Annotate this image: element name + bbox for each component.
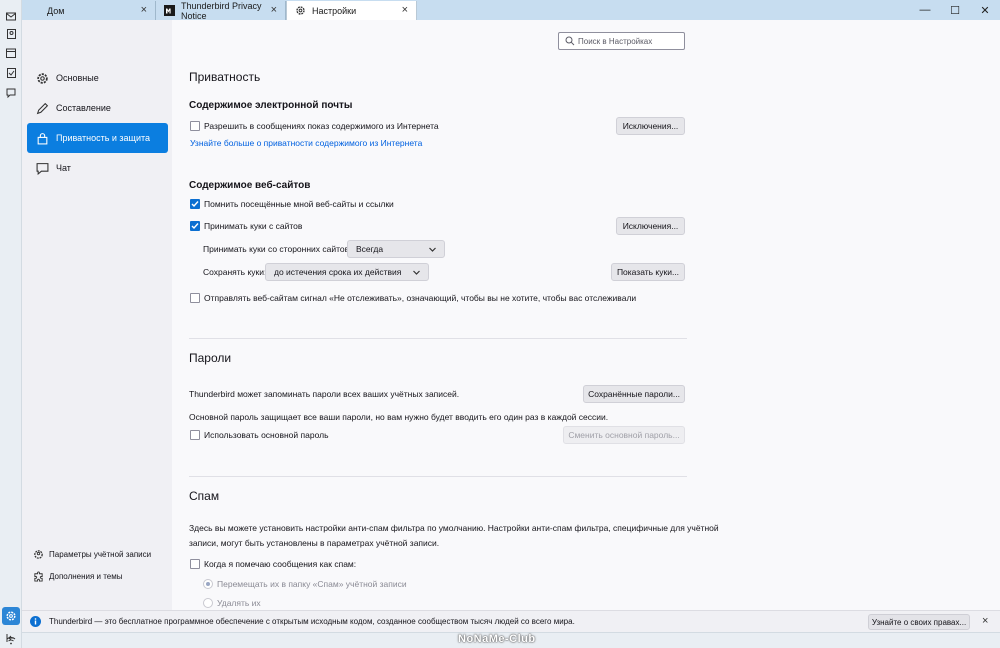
section-divider — [189, 338, 687, 339]
category-privacy[interactable]: Приватность и защита — [27, 123, 168, 153]
dnt-label: Отправлять веб-сайтам сигнал «Не отслежи… — [204, 293, 637, 303]
allow-remote-label: Разрешить в сообщениях показ содержимого… — [204, 121, 439, 131]
remember-history-label: Помнить посещённые мной веб-сайты и ссыл… — [204, 199, 394, 209]
close-notification-icon[interactable]: × — [982, 615, 988, 627]
third-party-select[interactable]: Всегда — [347, 240, 445, 258]
dnt-checkbox[interactable] — [190, 293, 200, 303]
lock-icon — [35, 131, 49, 145]
category-general[interactable]: Основные — [27, 63, 168, 93]
notification-text: Thunderbird — это бесплатное программное… — [49, 617, 575, 626]
title-bar: Дом × Thunderbird Privacy Notice × Настр… — [0, 0, 1000, 21]
pen-icon — [35, 101, 49, 115]
tab-label: Thunderbird Privacy Notice — [181, 0, 262, 21]
move-to-spam-label: Перемещать их в папку «Спам» учётной зап… — [217, 579, 407, 589]
tab-privacy-notice[interactable]: Thunderbird Privacy Notice × — [156, 0, 286, 21]
mail-icon[interactable] — [5, 10, 17, 22]
category-compose[interactable]: Составление — [27, 93, 168, 123]
accept-cookies-checkbox[interactable] — [190, 221, 200, 231]
third-party-value: Всегда — [356, 244, 384, 254]
category-label: Чат — [56, 163, 71, 173]
keep-cookies-label: Сохранять куки: — [203, 267, 267, 277]
close-tab-icon[interactable]: × — [271, 4, 277, 16]
account-gear-icon — [32, 548, 44, 560]
online-status-icon[interactable] — [6, 636, 16, 648]
category-chat[interactable]: Чат — [27, 153, 168, 183]
show-cookies-button[interactable]: Показать куки... — [611, 263, 685, 281]
passwords-description: Thunderbird может запоминать пароли всех… — [189, 389, 460, 399]
remember-history-checkbox[interactable] — [190, 199, 200, 209]
rights-notification-bar: Thunderbird — это бесплатное программное… — [22, 610, 1000, 632]
primary-password-description: Основной пароль защищает все ваши пароли… — [189, 412, 609, 422]
calendar-icon[interactable] — [5, 47, 17, 59]
page-m-icon — [164, 5, 175, 16]
chevron-down-icon — [412, 268, 421, 277]
maximize-button[interactable]: ☐ — [940, 0, 970, 20]
search-placeholder: Поиск в Настройках — [578, 36, 653, 46]
delete-spam-radio[interactable] — [203, 598, 213, 608]
spaces-toolbar — [0, 0, 22, 648]
third-party-label: Принимать куки со сторонних сайтов: — [203, 244, 352, 254]
spam-description-line2: записи, могут быть установлены в парамет… — [189, 538, 440, 548]
gear-icon — [295, 5, 306, 16]
learn-more-link[interactable]: Узнайте больше о приватности содержимого… — [190, 138, 422, 148]
when-marked-spam-checkbox[interactable] — [190, 559, 200, 569]
close-window-button[interactable]: ✕ — [970, 0, 1000, 20]
settings-space-icon[interactable] — [2, 607, 20, 625]
minimize-button[interactable]: — — [910, 0, 940, 20]
settings-sidebar: Основные Составление Приватность и защит… — [22, 20, 172, 610]
spam-title: Спам — [189, 489, 220, 503]
tab-settings[interactable]: Настройки × — [286, 1, 417, 20]
info-icon — [30, 616, 41, 627]
accept-cookies-label: Принимать куки с сайтов — [204, 221, 303, 231]
gear-icon — [35, 71, 49, 85]
category-label: Приватность и защита — [56, 133, 151, 143]
puzzle-icon — [32, 570, 44, 582]
tab-label: Настройки — [312, 5, 357, 16]
tab-home[interactable]: Дом × — [22, 1, 156, 20]
sidebar-addons[interactable]: Дополнения и темы — [32, 569, 123, 583]
sidebar-footer-label: Параметры учётной записи — [49, 549, 152, 559]
web-content-heading: Содержимое веб-сайтов — [189, 180, 311, 191]
chat-icon — [35, 161, 49, 175]
allow-remote-checkbox[interactable] — [190, 121, 200, 131]
chat-space-icon[interactable] — [5, 87, 17, 99]
close-tab-icon[interactable]: × — [141, 4, 147, 16]
chevron-down-icon — [428, 245, 437, 254]
keep-cookies-select[interactable]: до истечения срока их действия — [265, 263, 429, 281]
keep-cookies-value: до истечения срока их действия — [274, 267, 402, 277]
category-label: Составление — [56, 103, 111, 113]
remote-exceptions-button[interactable]: Исключения... — [616, 117, 685, 135]
address-book-icon[interactable] — [5, 28, 17, 40]
watermark-logo: NoNaMe-Club — [458, 633, 536, 645]
delete-spam-label: Удалять их — [217, 598, 261, 608]
passwords-title: Пароли — [189, 351, 232, 365]
section-divider — [189, 476, 687, 477]
when-marked-spam-label: Когда я помечаю сообщения как спам: — [204, 559, 357, 569]
sidebar-account-settings[interactable]: Параметры учётной записи — [32, 547, 151, 561]
sidebar-footer-label: Дополнения и темы — [49, 571, 123, 581]
move-to-spam-radio[interactable] — [203, 579, 213, 589]
tasks-icon[interactable] — [5, 67, 17, 79]
cookie-exceptions-button[interactable]: Исключения... — [616, 217, 685, 235]
settings-content: Поиск в Настройках Приватность Содержимо… — [172, 20, 1000, 610]
email-content-heading: Содержимое электронной почты — [189, 100, 353, 111]
saved-passwords-button[interactable]: Сохранённые пароли... — [583, 385, 685, 403]
know-your-rights-button[interactable]: Узнайте о своих правах... — [868, 614, 970, 630]
search-input[interactable]: Поиск в Настройках — [558, 32, 685, 50]
category-label: Основные — [56, 73, 99, 83]
close-tab-icon[interactable]: × — [402, 4, 408, 16]
tab-label: Дом — [47, 5, 65, 16]
change-primary-password-button[interactable]: Сменить основной пароль... — [563, 426, 685, 444]
use-primary-password-label: Использовать основной пароль — [204, 430, 329, 440]
spam-description-line1: Здесь вы можете установить настройки ант… — [189, 523, 719, 533]
use-primary-password-checkbox[interactable] — [190, 430, 200, 440]
home-icon — [30, 5, 41, 16]
search-icon — [565, 36, 575, 46]
privacy-title: Приватность — [189, 70, 261, 84]
